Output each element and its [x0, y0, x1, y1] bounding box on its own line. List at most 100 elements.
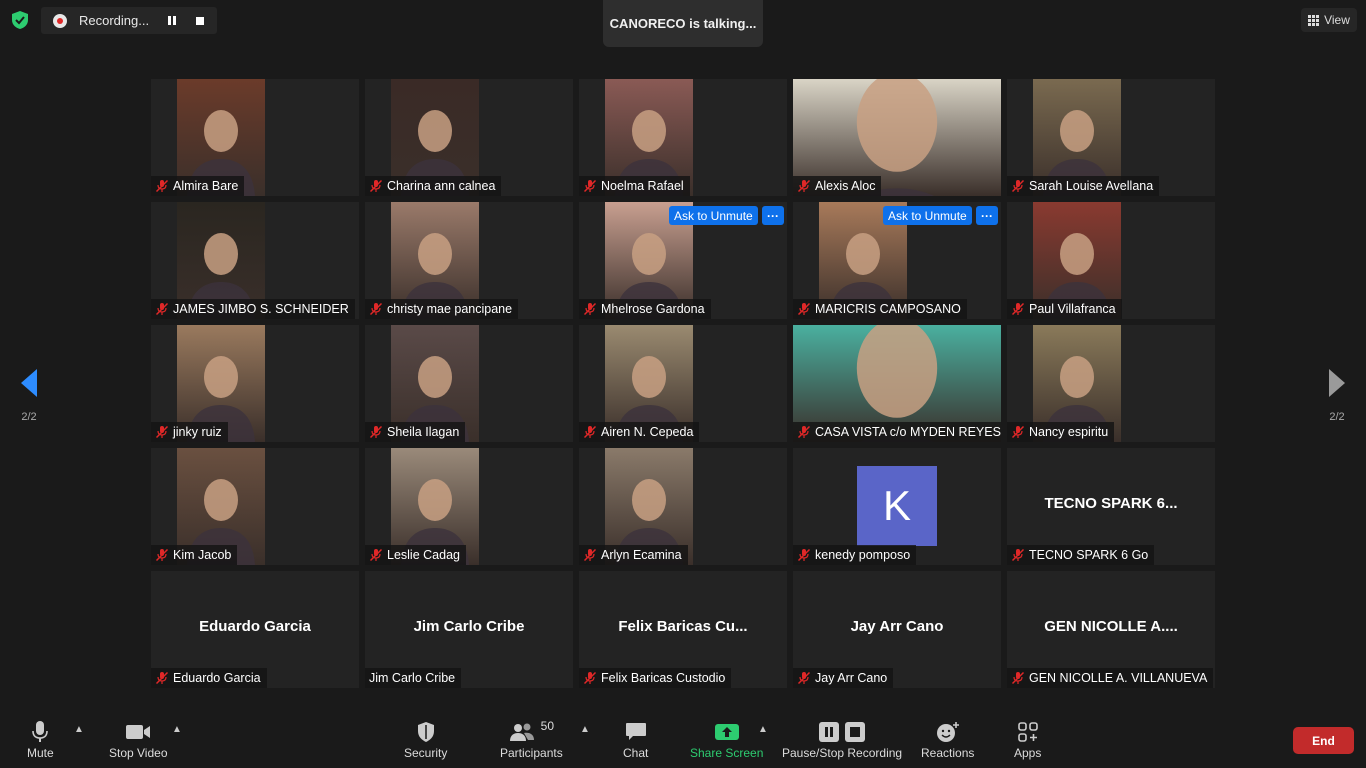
pause-stop-recording-button[interactable]: Pause/Stop Recording	[782, 720, 902, 760]
more-options-icon[interactable]: ···	[762, 206, 784, 225]
participant-name-label: Arlyn Ecamina	[579, 545, 688, 565]
muted-microphone-icon	[797, 302, 811, 316]
participant-tile[interactable]: Charina ann calnea	[365, 79, 573, 196]
participant-tile[interactable]: Ask to Unmute ··· Mhelrose Gardona	[579, 202, 787, 319]
participant-tile[interactable]: Almira Bare	[151, 79, 359, 196]
participant-tile[interactable]: CASA VISTA c/o MYDEN REYES	[793, 325, 1001, 442]
security-button[interactable]: Security	[404, 720, 447, 760]
participant-name-label: Alexis Aloc	[793, 176, 882, 196]
participant-tile[interactable]: JAMES JIMBO S. SCHNEIDER	[151, 202, 359, 319]
participant-name-label: Paul Villafranca	[1007, 299, 1122, 319]
participant-tile[interactable]: Alexis Aloc	[793, 79, 1001, 196]
muted-microphone-icon	[369, 179, 383, 193]
participant-display-name: Jim Carlo Cribe	[413, 618, 525, 635]
participants-button[interactable]: 50 Participants	[500, 719, 563, 760]
apps-icon	[1017, 722, 1038, 742]
stop-video-button[interactable]: Stop Video	[109, 720, 168, 760]
participant-tile[interactable]: christy mae pancipane	[365, 202, 573, 319]
muted-microphone-icon	[583, 425, 597, 439]
participant-name: Airen N. Cepeda	[601, 425, 694, 439]
participant-display-name: Jay Arr Cano	[850, 618, 944, 635]
participant-name: Eduardo Garcia	[173, 671, 261, 685]
participant-name-label: Eduardo Garcia	[151, 668, 267, 688]
muted-microphone-icon	[797, 425, 811, 439]
participant-tile[interactable]: Jim Carlo Cribe Jim Carlo Cribe	[365, 571, 573, 688]
participant-name: Almira Bare	[173, 179, 239, 193]
muted-microphone-icon	[583, 671, 597, 685]
participant-tile[interactable]: jinky ruiz	[151, 325, 359, 442]
arrow-right-icon[interactable]	[1327, 368, 1347, 398]
participants-options-caret-icon[interactable]: ▲	[580, 724, 590, 735]
muted-microphone-icon	[583, 179, 597, 193]
record-dot-icon	[53, 13, 67, 28]
participant-name: Nancy espiritu	[1029, 425, 1109, 439]
ask-to-unmute-button[interactable]: Ask to Unmute	[883, 206, 972, 225]
reactions-smiley-icon	[936, 722, 959, 742]
participant-tile[interactable]: Sheila Ilagan	[365, 325, 573, 442]
muted-microphone-icon	[155, 302, 169, 316]
reactions-button[interactable]: Reactions	[921, 720, 974, 760]
participant-name-label: GEN NICOLLE A. VILLANUEVA	[1007, 668, 1214, 688]
participant-name-label: MARICRIS CAMPOSANO	[793, 299, 967, 319]
pause-recording-icon[interactable]	[168, 16, 176, 25]
view-button[interactable]: View	[1301, 8, 1357, 32]
participant-tile[interactable]: Jay Arr Cano Jay Arr Cano	[793, 571, 1001, 688]
participants-label: Participants	[500, 746, 563, 760]
participant-name: Arlyn Ecamina	[601, 548, 682, 562]
participant-name: kenedy pomposo	[815, 548, 911, 562]
participant-name: TECNO SPARK 6 Go	[1029, 548, 1149, 562]
muted-microphone-icon	[1011, 179, 1025, 193]
participant-tile[interactable]: Airen N. Cepeda	[579, 325, 787, 442]
participant-tile[interactable]: Nancy espiritu	[1007, 325, 1215, 442]
participant-tile[interactable]: TECNO SPARK 6... TECNO SPARK 6 Go	[1007, 448, 1215, 565]
mute-button[interactable]: Mute	[27, 720, 54, 760]
more-options-icon[interactable]: ···	[976, 206, 998, 225]
muted-microphone-icon	[1011, 302, 1025, 316]
video-options-caret-icon[interactable]: ▲	[172, 724, 182, 735]
shield-icon	[417, 722, 434, 742]
muted-microphone-icon	[1011, 425, 1025, 439]
share-options-caret-icon[interactable]: ▲	[758, 724, 768, 735]
chat-bubble-icon	[625, 723, 646, 740]
participants-icon	[509, 723, 534, 741]
chat-button[interactable]: Chat	[623, 720, 648, 760]
share-screen-button[interactable]: Share Screen	[690, 720, 763, 760]
page-indicator-left: 2/2	[21, 411, 37, 423]
muted-microphone-icon	[1011, 671, 1025, 685]
muted-microphone-icon	[155, 425, 169, 439]
audio-options-caret-icon[interactable]: ▲	[74, 724, 84, 735]
participant-tile[interactable]: Ask to Unmute ··· MARICRIS CAMPOSANO	[793, 202, 1001, 319]
pause-stop-recording-label: Pause/Stop Recording	[782, 746, 903, 760]
participant-count: 50	[540, 719, 555, 733]
participant-name-label: Sarah Louise Avellana	[1007, 176, 1160, 196]
ask-to-unmute-button[interactable]: Ask to Unmute	[669, 206, 758, 225]
participant-tile[interactable]: Kkenedy pomposo	[793, 448, 1001, 565]
participant-name-label: Jim Carlo Cribe	[365, 668, 462, 688]
page-indicator-right: 2/2	[1329, 411, 1345, 423]
next-page-nav[interactable]: 2/2	[1322, 368, 1352, 423]
participant-name: Mhelrose Gardona	[601, 302, 705, 316]
stop-recording-icon[interactable]	[196, 16, 204, 25]
participant-tile[interactable]: Sarah Louise Avellana	[1007, 79, 1215, 196]
microphone-icon	[32, 721, 49, 742]
avatar: K	[857, 466, 937, 546]
participant-tile[interactable]: Eduardo Garcia Eduardo Garcia	[151, 571, 359, 688]
security-shield-icon[interactable]	[10, 10, 30, 30]
previous-page-nav[interactable]: 2/2	[14, 368, 44, 423]
end-meeting-button[interactable]: End	[1293, 727, 1354, 754]
arrow-left-icon[interactable]	[19, 368, 39, 398]
recording-label: Recording...	[79, 13, 150, 28]
zoom-meeting-window: Recording... CANORECO is talking... View…	[0, 0, 1366, 768]
apps-button[interactable]: Apps	[1014, 720, 1041, 760]
share-screen-label: Share Screen	[690, 746, 764, 760]
participant-tile[interactable]: Leslie Cadag	[365, 448, 573, 565]
participant-tile[interactable]: Paul Villafranca	[1007, 202, 1215, 319]
participant-name: Jay Arr Cano	[815, 671, 888, 685]
muted-microphone-icon	[797, 179, 811, 193]
participant-tile[interactable]: GEN NICOLLE A.... GEN NICOLLE A. VILLANUE…	[1007, 571, 1215, 688]
participant-tile[interactable]: Noelma Rafael	[579, 79, 787, 196]
apps-label: Apps	[1014, 746, 1042, 760]
participant-tile[interactable]: Felix Baricas Cu... Felix Baricas Custodi…	[579, 571, 787, 688]
participant-tile[interactable]: Arlyn Ecamina	[579, 448, 787, 565]
participant-tile[interactable]: Kim Jacob	[151, 448, 359, 565]
